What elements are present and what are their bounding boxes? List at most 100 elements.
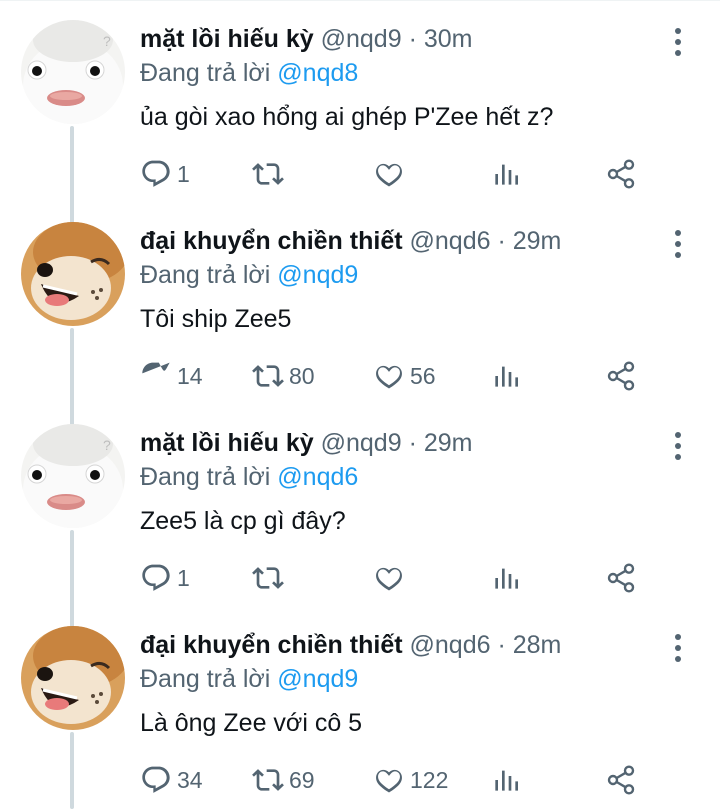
replying-prefix: Đang trả lời: [140, 261, 271, 289]
tweet-header: đại khuyển chiền thiết @nqd6 · 29m: [140, 224, 561, 258]
reply-button[interactable]: 1: [140, 559, 190, 597]
more-options-icon[interactable]: [664, 428, 692, 464]
retweet-count: 80: [289, 362, 315, 389]
share-icon: [607, 563, 635, 593]
tweet[interactable]: ? mặt lồi hiếu kỳ @nqd9 · 29m Đang trả l…: [0, 404, 720, 606]
tweet-actions: 1: [140, 155, 700, 193]
view-stats-icon: [495, 366, 518, 387]
white-creature-avatar[interactable]: ?: [21, 424, 125, 528]
reply-count: 1: [177, 564, 190, 591]
replying-prefix: Đang trả lời: [140, 59, 271, 87]
view-stats-button[interactable]: [490, 357, 522, 395]
tweet-actions: 1: [140, 559, 700, 597]
shiba-dog-avatar[interactable]: [21, 222, 125, 326]
replying-prefix: Đang trả lời: [140, 463, 271, 491]
tweet-actions: 34 69 122: [140, 761, 700, 799]
like-icon: [376, 365, 402, 389]
view-stats-icon: [495, 770, 518, 791]
view-stats-icon: [495, 568, 518, 589]
more-options-icon[interactable]: [664, 226, 692, 262]
more-options-icon[interactable]: [664, 24, 692, 60]
tweet[interactable]: đại khuyển chiền thiết @nqd6 · 29m Đang …: [0, 202, 720, 404]
like-count: 56: [410, 362, 436, 389]
replying-to-line: Đang trả lời @nqd9: [140, 258, 358, 292]
reply-count: 14: [177, 362, 203, 389]
view-stats-button[interactable]: [490, 155, 522, 193]
view-stats-button[interactable]: [490, 559, 522, 597]
svg-text:?: ?: [103, 437, 111, 453]
replying-to-line: Đang trả lời @nqd9: [140, 662, 358, 696]
share-icon: [607, 159, 635, 189]
timestamp[interactable]: 30m: [424, 25, 473, 53]
more-options-icon[interactable]: [664, 630, 692, 666]
timestamp[interactable]: 29m: [513, 227, 562, 255]
replying-to-line: Đang trả lời @nqd8: [140, 56, 358, 90]
retweet-button[interactable]: 80: [252, 357, 315, 395]
tweet-header: mặt lồi hiếu kỳ @nqd9 · 30m: [140, 22, 473, 56]
tweet-header: đại khuyển chiền thiết @nqd6 · 28m: [140, 628, 561, 662]
reply-button[interactable]: 14: [140, 357, 203, 395]
author-handle[interactable]: @nqd6: [410, 631, 491, 659]
view-stats-button[interactable]: [490, 761, 522, 799]
replying-to-mention[interactable]: @nqd9: [277, 665, 358, 693]
share-button[interactable]: [605, 155, 637, 193]
timestamp[interactable]: 28m: [513, 631, 562, 659]
share-button[interactable]: [605, 761, 637, 799]
replying-to-mention[interactable]: @nqd6: [277, 463, 358, 491]
reply-count: 1: [177, 160, 190, 187]
like-button[interactable]: [373, 155, 410, 193]
author-name[interactable]: mặt lồi hiếu kỳ: [140, 25, 314, 53]
share-button[interactable]: [605, 559, 637, 597]
replying-prefix: Đang trả lời: [140, 665, 271, 693]
shiba-dog-avatar[interactable]: [21, 626, 125, 730]
tweet-text: Là ông Zee với cô 5: [140, 709, 363, 737]
reply-count: 34: [177, 766, 203, 793]
separator-dot: ·: [408, 25, 417, 53]
replying-to-mention[interactable]: @nqd8: [277, 59, 358, 87]
like-button[interactable]: 56: [373, 357, 436, 395]
separator-dot: ·: [497, 631, 506, 659]
tweet-header: mặt lồi hiếu kỳ @nqd9 · 29m: [140, 426, 473, 460]
reply-icon: [142, 766, 170, 793]
tweet-text: Zee5 là cp gì đây?: [140, 507, 346, 535]
tweet-text: Tôi ship Zee5: [140, 305, 292, 333]
author-name[interactable]: đại khuyển chiền thiết: [140, 631, 403, 659]
svg-text:?: ?: [103, 33, 111, 49]
share-icon: [607, 361, 635, 391]
like-button[interactable]: [373, 559, 410, 597]
author-name[interactable]: mặt lồi hiếu kỳ: [140, 429, 314, 457]
reply-icon: [142, 564, 170, 591]
white-creature-avatar[interactable]: ?: [21, 20, 125, 124]
separator-dot: ·: [497, 227, 506, 255]
retweet-button[interactable]: [252, 155, 289, 193]
tweet-text: ủa gòi xao hổng ai ghép P'Zee hết z?: [140, 103, 554, 131]
retweet-icon: [252, 365, 284, 387]
retweet-button[interactable]: 69: [252, 761, 315, 799]
replying-to-mention[interactable]: @nqd9: [277, 261, 358, 289]
view-stats-icon: [495, 164, 518, 185]
retweet-icon: [252, 163, 284, 185]
like-button[interactable]: 122: [373, 761, 448, 799]
reply-icon: [142, 362, 170, 374]
author-handle[interactable]: @nqd6: [410, 227, 491, 255]
tweet[interactable]: đại khuyển chiền thiết @nqd6 · 28m Đang …: [0, 606, 720, 808]
separator-dot: ·: [408, 429, 417, 457]
author-name[interactable]: đại khuyển chiền thiết: [140, 227, 403, 255]
like-icon: [376, 567, 402, 591]
share-button[interactable]: [605, 357, 637, 395]
replying-to-line: Đang trả lời @nqd6: [140, 460, 358, 494]
reply-button[interactable]: 1: [140, 155, 190, 193]
timestamp[interactable]: 29m: [424, 429, 473, 457]
retweet-icon: [252, 567, 284, 589]
retweet-button[interactable]: [252, 559, 289, 597]
author-handle[interactable]: @nqd9: [321, 429, 402, 457]
like-icon: [376, 163, 402, 187]
reply-icon: [142, 160, 170, 187]
reply-button[interactable]: 34: [140, 761, 203, 799]
like-count: 122: [410, 766, 449, 793]
tweet[interactable]: ? mặt lồi hiếu kỳ @nqd9 · 30m Đang trả l…: [0, 0, 720, 202]
retweet-icon: [252, 769, 284, 791]
retweet-count: 69: [289, 766, 315, 793]
tweet-actions: 14 80 56: [140, 357, 700, 395]
author-handle[interactable]: @nqd9: [321, 25, 402, 53]
